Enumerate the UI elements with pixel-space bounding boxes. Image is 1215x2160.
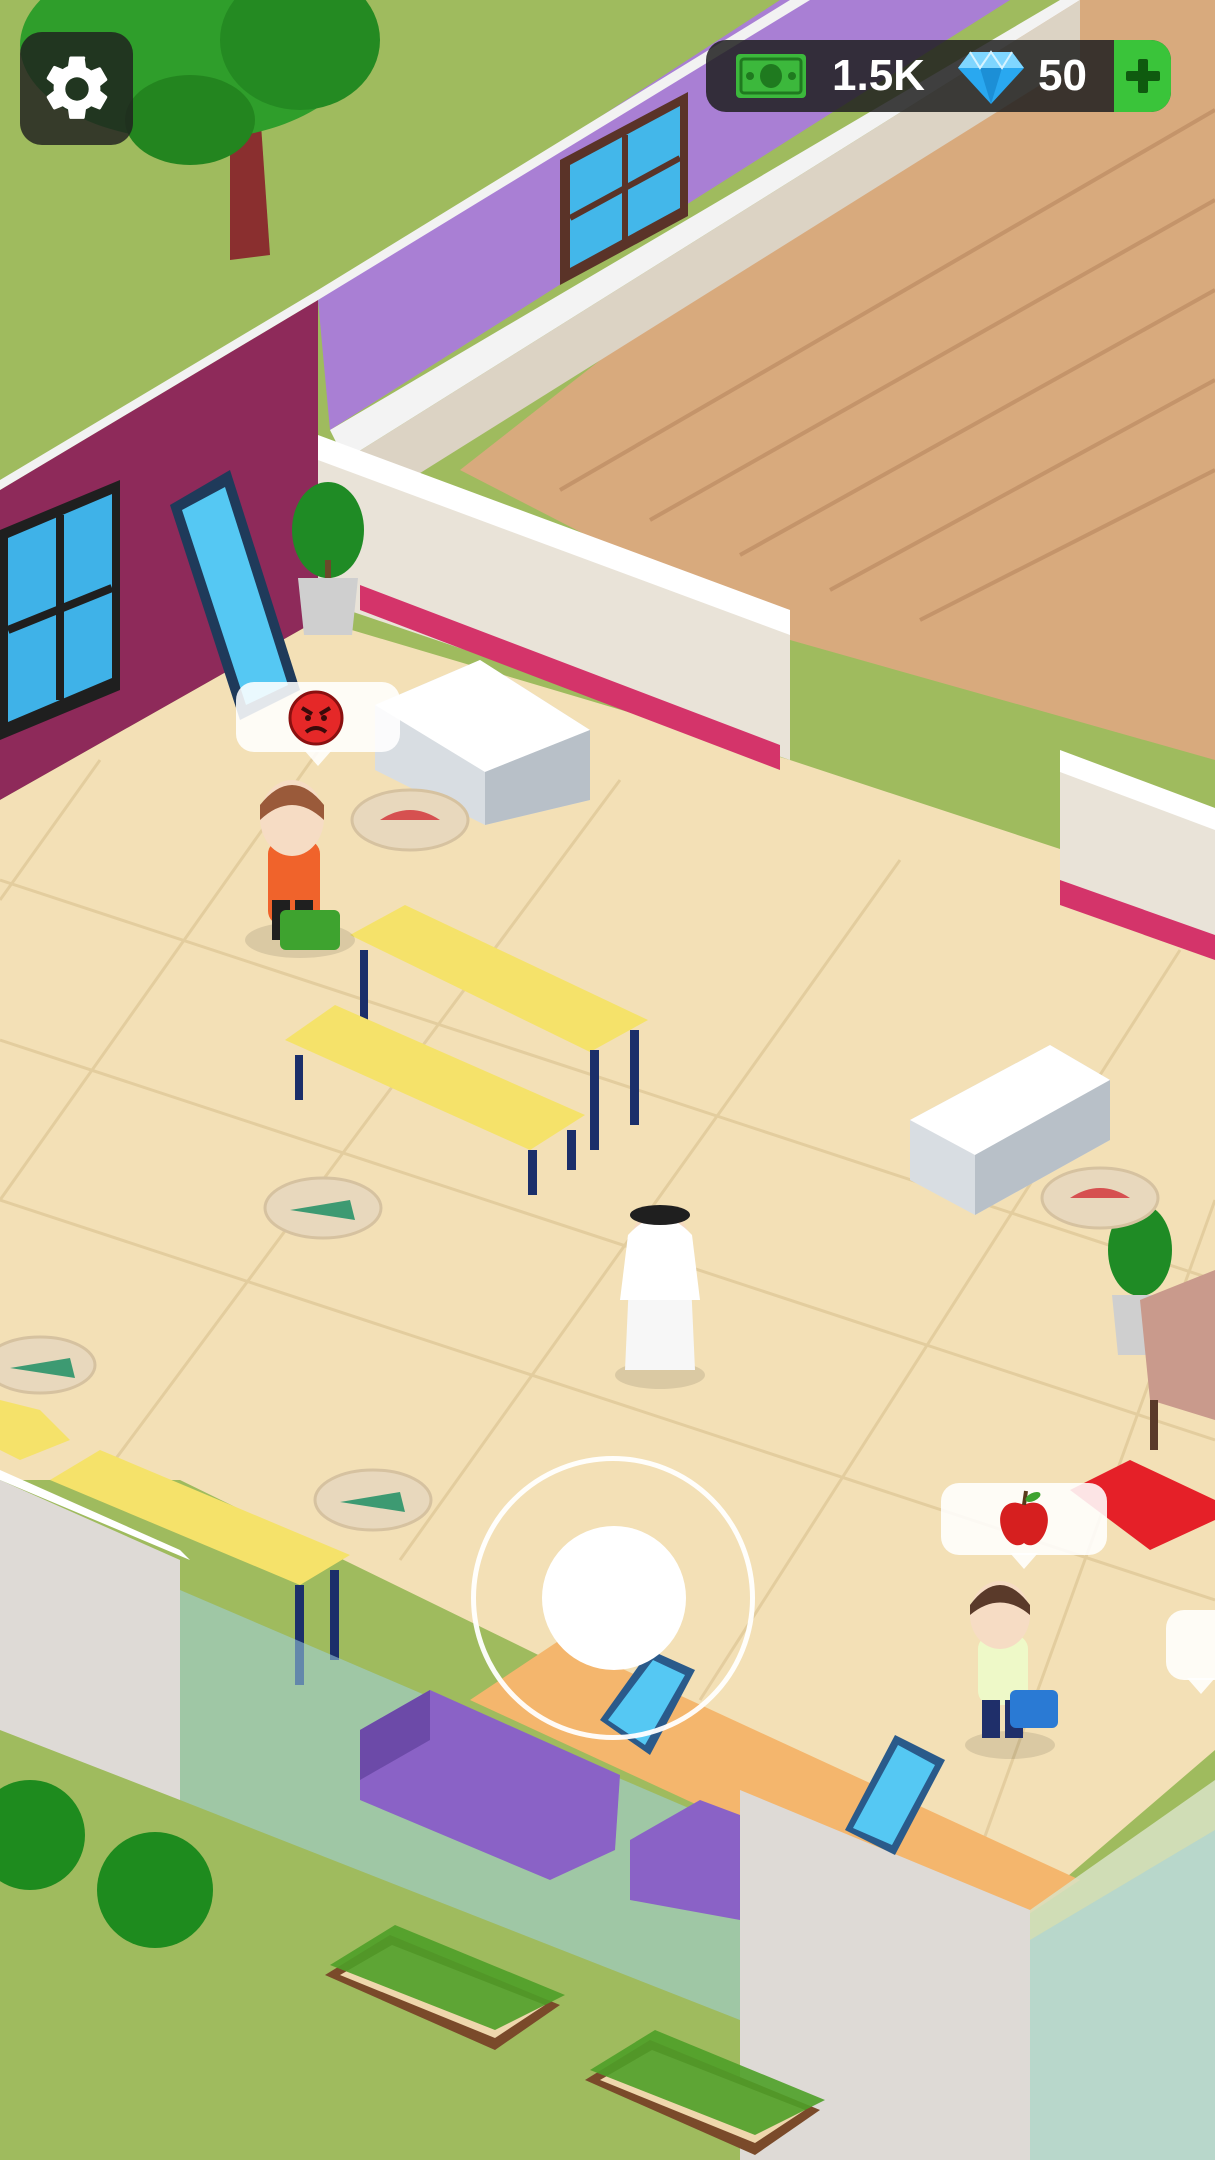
angry-face-icon — [288, 690, 344, 746]
add-gems-button[interactable] — [1114, 40, 1171, 112]
currency-bar: 1.5K 50 — [706, 40, 1171, 112]
plus-icon — [1125, 59, 1160, 93]
game-scene — [0, 0, 1215, 2160]
gear-icon — [46, 55, 107, 119]
shoe-spot — [0, 1335, 97, 1395]
cash-icon — [736, 54, 806, 98]
shoe-spot — [350, 788, 470, 852]
customer-request-bubble — [941, 1483, 1107, 1569]
shoe-spot — [313, 1468, 433, 1532]
potted-plant — [292, 482, 364, 635]
cash-amount: 1.5K — [832, 51, 925, 100]
diamond-icon — [958, 50, 1024, 104]
shoe-spot — [1040, 1166, 1160, 1230]
bush — [97, 1832, 213, 1948]
settings-button[interactable] — [20, 32, 133, 145]
shoe-spot — [263, 1176, 383, 1240]
gem-amount: 50 — [1038, 51, 1087, 100]
offscreen-bubble — [1166, 1610, 1215, 1694]
apple-icon — [1000, 1490, 1048, 1546]
joystick-knob[interactable] — [542, 1526, 686, 1670]
customer-mood-bubble — [236, 682, 400, 766]
